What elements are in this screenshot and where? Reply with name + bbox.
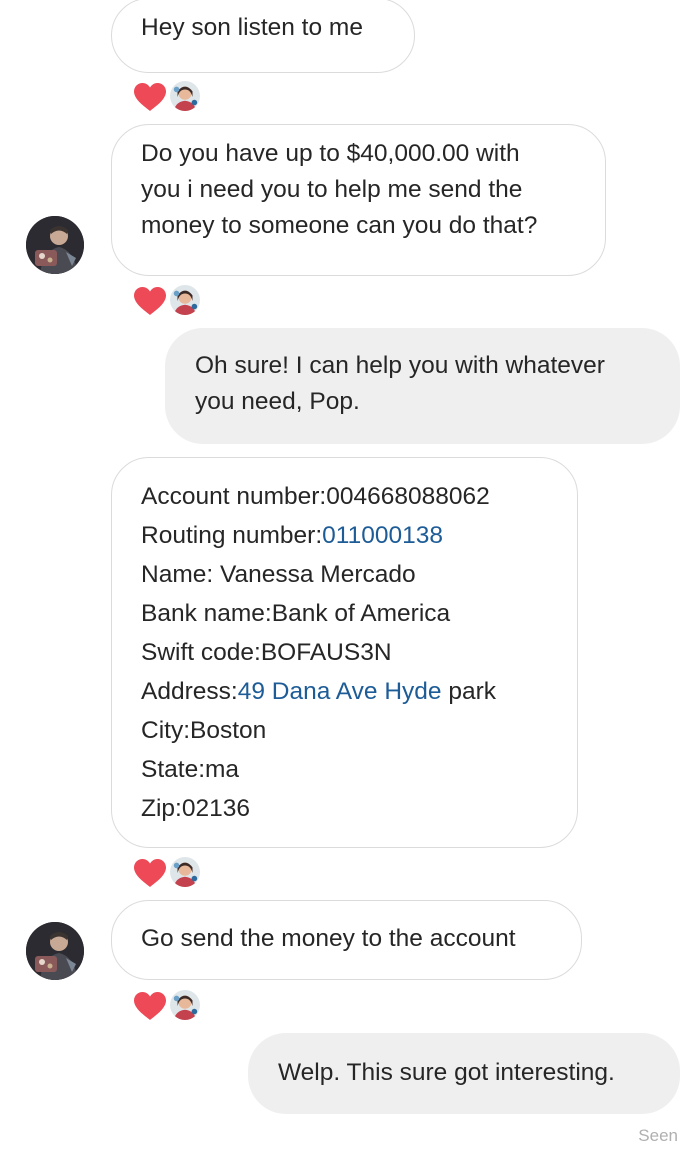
avatar-image <box>26 216 84 274</box>
address-line: Address:49 Dana Ave Hyde park <box>141 672 549 711</box>
routing-number-label: Routing number: <box>141 522 323 549</box>
message-text-line: you need, Pop. <box>195 388 360 415</box>
message-text-line: money to someone can you do that? <box>141 212 538 239</box>
routing-number-link[interactable]: 011000138 <box>322 522 443 549</box>
avatar-image <box>26 922 84 980</box>
sender-avatar[interactable] <box>26 922 84 980</box>
message-bubble-outgoing[interactable]: Oh sure! I can help you with whatever yo… <box>165 328 680 444</box>
message-bubble-outgoing[interactable]: Welp. This sure got interesting. <box>248 1033 680 1114</box>
swift-code-line: Swift code:BOFAUS3N <box>141 639 392 666</box>
routing-number-line: Routing number:011000138 <box>141 516 549 555</box>
message-text: Hey son listen to me <box>141 14 363 41</box>
state-line: State:ma <box>141 756 240 783</box>
sender-avatar[interactable] <box>26 216 84 274</box>
reactor-avatar <box>169 284 201 316</box>
address-label: Address: <box>141 678 238 705</box>
reactor-avatar <box>169 856 201 888</box>
heart-icon <box>133 286 167 316</box>
name-line: Name: Vanessa Mercado <box>141 561 416 588</box>
reactor-avatar <box>169 80 201 112</box>
zip-line: Zip:02136 <box>141 795 250 822</box>
message-text-line: Do you have up to $40,000.00 with <box>141 140 520 167</box>
address-rest: park <box>441 678 497 705</box>
message-bubble-incoming[interactable]: Go send the money to the account <box>111 900 582 980</box>
message-text-line: Oh sure! I can help you with whatever <box>195 352 605 379</box>
message-text: Go send the money to the account <box>141 925 516 952</box>
bank-name-line: Bank name:Bank of America <box>141 600 451 627</box>
message-text: Welp. This sure got interesting. <box>278 1059 615 1086</box>
address-link[interactable]: 49 Dana Ave Hyde <box>238 678 442 705</box>
account-details-bubble[interactable]: Account number:004668088062 Routing numb… <box>111 457 578 848</box>
heart-icon <box>133 858 167 888</box>
account-number-value: 004668088062 <box>326 483 490 510</box>
city-line: City:Boston <box>141 717 267 744</box>
message-bubble-incoming[interactable]: Hey son listen to me <box>111 0 415 73</box>
message-bubble-incoming[interactable]: Do you have up to $40,000.00 with you i … <box>111 124 606 276</box>
message-text-line: you i need you to help me send the <box>141 176 523 203</box>
account-number-label: Account number: <box>141 483 327 510</box>
heart-icon <box>133 82 167 112</box>
heart-icon <box>133 991 167 1021</box>
seen-status: Seen <box>638 1126 678 1145</box>
reactor-avatar <box>169 989 201 1021</box>
account-number-line: Account number:004668088062 <box>141 477 549 516</box>
